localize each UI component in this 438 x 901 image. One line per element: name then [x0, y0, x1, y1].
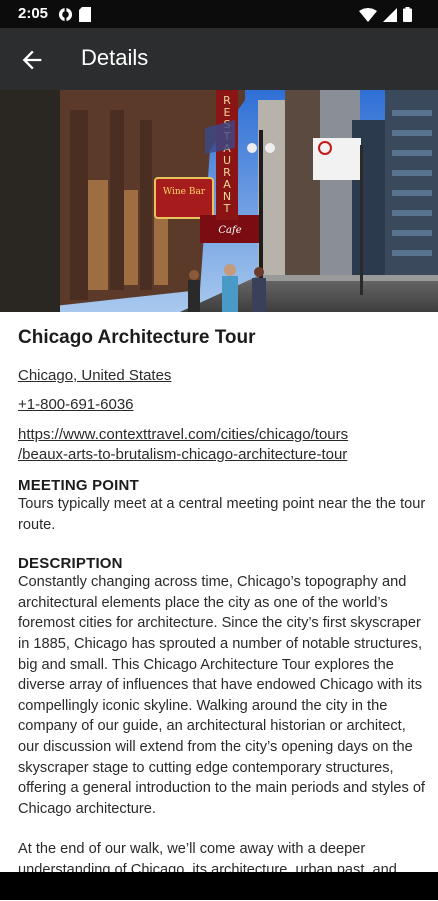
tour-details: Chicago Architecture Tour Chicago, Unite…	[18, 312, 430, 901]
status-time: 2:05	[18, 5, 49, 22]
battery-icon	[403, 7, 412, 22]
location-link[interactable]: Chicago, United States	[18, 366, 430, 386]
website-link-line2: /beaux-arts-to-brutalism-chicago-archite…	[18, 446, 348, 463]
system-navigation-bar	[0, 872, 438, 900]
svg-text:T: T	[223, 202, 231, 215]
page-title: Details	[81, 45, 149, 70]
signal-icon	[383, 7, 397, 22]
status-bar: 2:05	[0, 0, 438, 28]
wifi-icon	[359, 7, 377, 22]
sd-card-icon	[79, 7, 91, 22]
tour-title: Chicago Architecture Tour	[18, 327, 256, 348]
website-link[interactable]: https://www.contexttravel.com/cities/chi…	[18, 425, 430, 465]
description-paragraph-1: Constantly changing across time, Chicago…	[18, 574, 425, 817]
website-link-line1: https://www.contexttravel.com/cities/chi…	[18, 426, 349, 443]
sign-cafe-text: Cafe	[218, 225, 241, 236]
sign-wine-text: Wine Bar	[163, 187, 206, 197]
tour-hero-image: Wine Bar Cafe RES TAU RAN T	[0, 90, 438, 312]
phone-link[interactable]: +1-800-691-6036	[18, 395, 430, 415]
meeting-point-text: Tours typically meet at a central meetin…	[18, 496, 426, 533]
meeting-point-heading: MEETING POINT	[18, 477, 139, 494]
app-bar: Details	[0, 28, 438, 90]
app-notification-icon	[58, 7, 73, 22]
back-arrow-icon[interactable]	[18, 46, 46, 74]
description-heading: DESCRIPTION	[18, 555, 123, 573]
street-photo: Wine Bar Cafe RES TAU RAN T	[0, 90, 438, 312]
